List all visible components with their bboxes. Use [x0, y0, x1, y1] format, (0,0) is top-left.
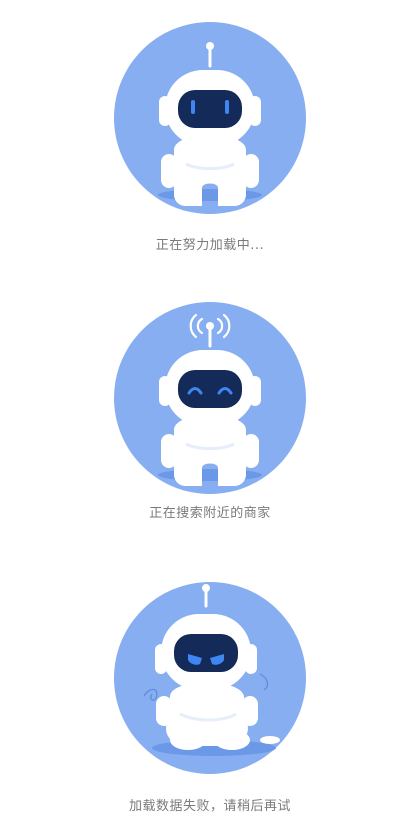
robot-shadow: [158, 189, 262, 201]
searching-caption: 正在搜索附近的商家: [149, 506, 271, 521]
loading-robot-illustration: [114, 22, 306, 214]
searching-robot-illustration: [114, 302, 306, 494]
robot-shadow: [158, 469, 262, 481]
failed-state: 加载数据失败，请稍后再试: [0, 560, 420, 840]
loading-caption: 正在努力加载中...: [155, 238, 265, 253]
searching-state: 正在搜索附近的商家: [0, 280, 420, 560]
loading-state: 正在努力加载中...: [0, 0, 420, 280]
failed-robot-illustration: [114, 582, 306, 774]
fallen-part-icon: [260, 736, 280, 744]
failed-caption: 加载数据失败，请稍后再试: [128, 799, 291, 814]
neutral-eyes: [191, 100, 195, 114]
